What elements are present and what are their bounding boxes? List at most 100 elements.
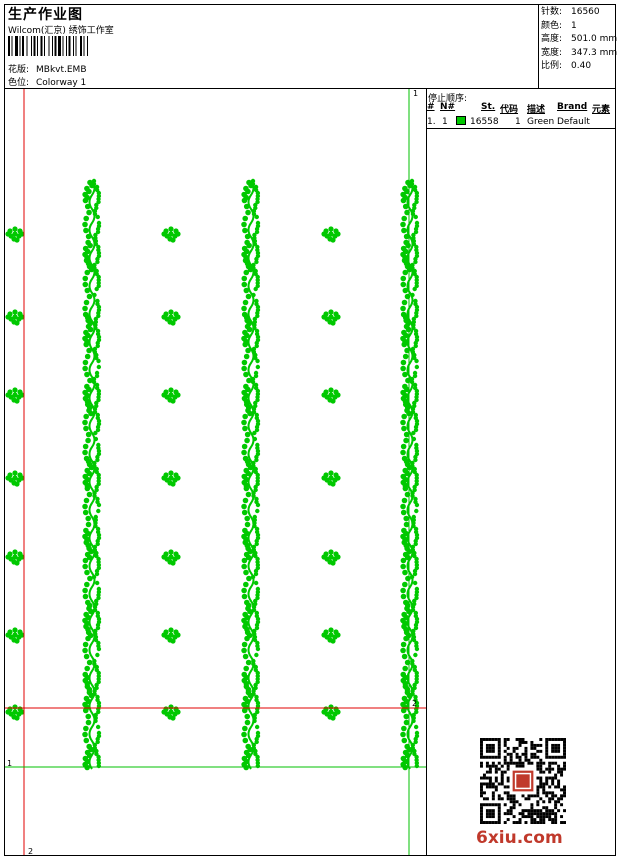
qr-cell xyxy=(536,812,540,816)
qr-cell xyxy=(485,821,489,824)
qr-cell xyxy=(485,761,489,765)
qr-cell xyxy=(480,788,483,792)
qr-cell xyxy=(548,815,552,819)
watermark-text: 6xiu.com xyxy=(476,828,563,848)
qr-cell xyxy=(518,755,522,759)
qr-cell xyxy=(503,755,507,759)
qr-cell xyxy=(509,806,513,810)
guide-label-right: 2 xyxy=(412,699,418,708)
qr-cell xyxy=(488,749,492,753)
qr-cell xyxy=(548,809,552,813)
qr-cell xyxy=(536,743,540,747)
qr-cell xyxy=(554,773,558,777)
qr-cell xyxy=(480,803,483,807)
stat-colors: 颜色: 1 xyxy=(541,20,617,34)
flower-cluster-motifs xyxy=(5,226,341,721)
stat-colors-value: 1 xyxy=(571,20,577,31)
qr-cell xyxy=(530,821,534,824)
flower-cluster xyxy=(161,627,181,644)
barcode-bar xyxy=(40,36,43,56)
qr-cell xyxy=(491,791,495,795)
qr-cell xyxy=(497,752,501,756)
qr-cell xyxy=(551,791,555,795)
stat-stitches: 针数: 16560 xyxy=(541,6,617,20)
qr-cell xyxy=(503,749,507,753)
qr-cell xyxy=(557,809,561,813)
qr-cell xyxy=(480,749,483,753)
qr-cell xyxy=(554,821,558,824)
qr-cell xyxy=(560,770,564,774)
barcode-bar xyxy=(80,36,82,56)
qr-cell xyxy=(551,755,555,759)
qr-cell xyxy=(491,782,495,786)
row-description: Green xyxy=(527,117,555,127)
qr-cell xyxy=(563,794,566,798)
qr-cell xyxy=(497,794,501,798)
qr-cell xyxy=(515,746,519,750)
qr-cell xyxy=(557,749,561,753)
qr-cell xyxy=(488,815,492,819)
qr-cell xyxy=(500,773,504,777)
colorway-row: 色位: Colorway 1 xyxy=(8,75,86,88)
qr-cell xyxy=(542,815,546,819)
studio-name: Wilcom(汇京) 绣饰工作室 xyxy=(8,26,114,36)
col-header-needle: N# xyxy=(440,102,456,112)
barcode-bar xyxy=(52,36,53,56)
qr-cell xyxy=(542,770,546,774)
qr-cell xyxy=(554,815,558,819)
qr-cell xyxy=(488,764,492,768)
qr-cell xyxy=(482,738,486,741)
qr-cell xyxy=(545,791,549,795)
barcode-bar xyxy=(22,36,24,56)
qr-cell xyxy=(560,797,564,801)
qr-cell xyxy=(506,818,510,822)
stat-scale: 比例: 0.40 xyxy=(541,60,617,74)
qr-cell xyxy=(542,821,546,824)
qr-cell xyxy=(563,821,566,824)
qr-cell xyxy=(488,770,492,774)
qr-cell xyxy=(491,794,495,798)
pattern-value: MBkvt.EMB xyxy=(36,65,87,75)
qr-cell xyxy=(548,738,552,741)
barcode-bar xyxy=(83,36,85,56)
qr-cell xyxy=(560,794,564,798)
qr-cell xyxy=(557,746,561,750)
qr-cell xyxy=(480,806,483,810)
qr-cell xyxy=(515,755,519,759)
qr-cell xyxy=(542,788,546,792)
qr-cell xyxy=(491,812,495,816)
stats-divider xyxy=(538,4,539,88)
flower-cluster xyxy=(321,704,341,721)
qr-cell xyxy=(530,815,534,819)
qr-cell xyxy=(539,776,543,780)
barcode-bar xyxy=(66,36,67,56)
qr-cell xyxy=(533,812,537,816)
qr-cell xyxy=(512,815,516,819)
barcode-bar xyxy=(58,36,61,56)
stop-table-divider xyxy=(426,128,616,129)
stat-stitches-label: 针数: xyxy=(541,7,563,17)
qr-cell xyxy=(497,761,501,765)
qr-cell xyxy=(530,806,534,810)
qr-cell xyxy=(536,794,540,798)
qr-cell xyxy=(545,767,549,771)
embroidery-design-preview xyxy=(5,89,426,855)
qr-cell xyxy=(485,782,489,786)
qr-cell xyxy=(506,779,510,783)
qr-cell xyxy=(551,767,555,771)
qr-cell xyxy=(506,746,510,750)
flower-cluster xyxy=(321,627,341,644)
qr-cell xyxy=(518,764,522,768)
qr-cell xyxy=(482,821,486,824)
qr-cell xyxy=(491,815,495,819)
qr-cell xyxy=(491,797,495,801)
qr-cell xyxy=(539,761,543,765)
qr-cell xyxy=(503,803,507,807)
qr-cell xyxy=(563,761,566,765)
barcode-bar xyxy=(54,36,57,56)
qr-cell xyxy=(548,767,552,771)
qr-cell xyxy=(509,755,513,759)
qr-cell xyxy=(503,791,507,795)
qr-cell xyxy=(491,755,495,759)
qr-cell xyxy=(506,797,510,801)
